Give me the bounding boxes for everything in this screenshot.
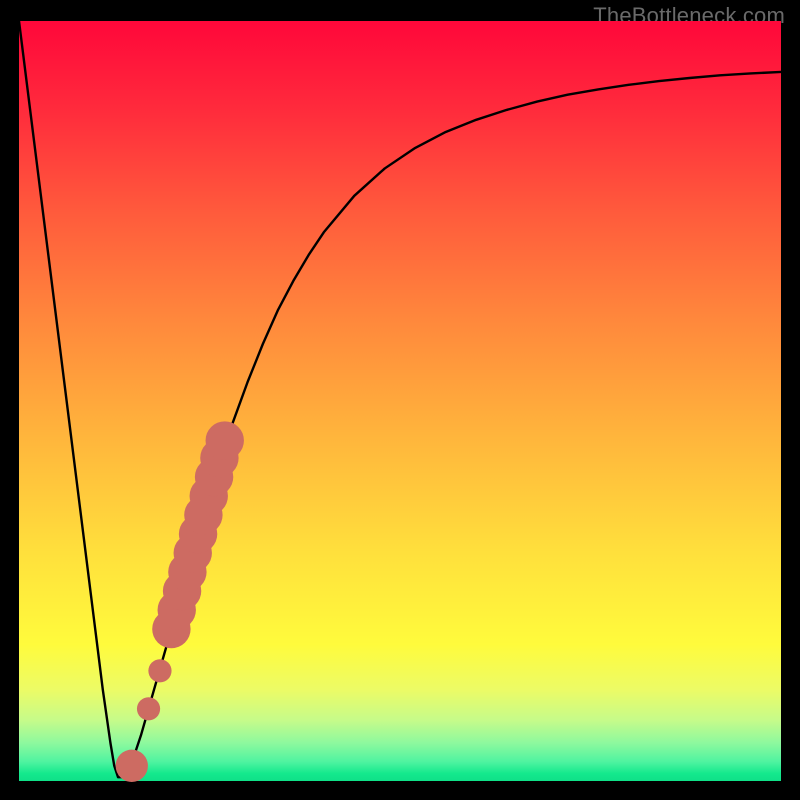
plot-area (19, 21, 781, 781)
marker-group (116, 421, 244, 782)
chart-frame: TheBottleneck.com (0, 0, 800, 800)
curve-marker (206, 421, 244, 459)
chart-overlay (19, 21, 781, 781)
curve-marker (137, 697, 160, 720)
curve-marker (116, 750, 148, 782)
curve-marker (148, 659, 171, 682)
bottleneck-curve (19, 21, 781, 777)
